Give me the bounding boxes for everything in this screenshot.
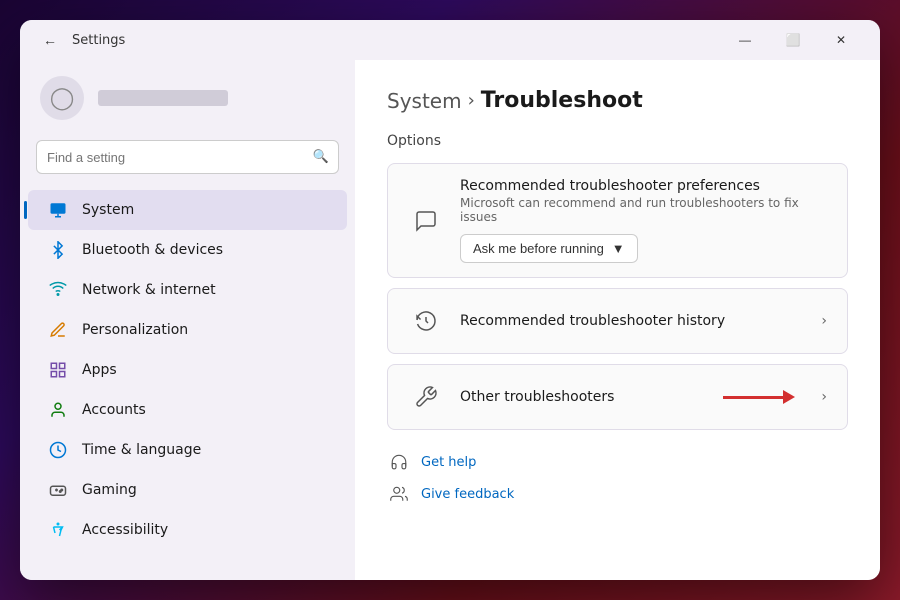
wrench-icon xyxy=(408,379,444,415)
dropdown-label: Ask me before running xyxy=(473,241,604,256)
user-icon: ◯ xyxy=(50,86,75,111)
sidebar-label-time: Time & language xyxy=(82,442,201,458)
avatar: ◯ xyxy=(40,76,84,120)
other-chevron-icon: › xyxy=(821,389,827,405)
other-title: Other troubleshooters xyxy=(460,389,699,405)
get-help-icon xyxy=(387,450,411,474)
breadcrumb-parent: System xyxy=(387,89,462,113)
window-controls: — ⬜ ✕ xyxy=(722,25,864,55)
card-row-history[interactable]: Recommended troubleshooter history › xyxy=(388,289,847,353)
history-chevron-icon: › xyxy=(821,313,827,329)
gaming-icon xyxy=(48,480,68,500)
sidebar-label-accessibility: Accessibility xyxy=(82,522,168,538)
personalization-icon xyxy=(48,320,68,340)
sidebar-item-personalization[interactable]: Personalization xyxy=(28,310,347,350)
main-content: System › Troubleshoot Options Recommende… xyxy=(355,60,880,580)
breadcrumb-separator: › xyxy=(468,90,475,111)
time-icon xyxy=(48,440,68,460)
search-icon: 🔍 xyxy=(313,150,329,165)
user-section: ◯ xyxy=(20,60,355,140)
give-feedback-item[interactable]: Give feedback xyxy=(387,482,848,506)
sidebar: ◯ 🔍 System Blu xyxy=(20,60,355,580)
close-button[interactable]: ✕ xyxy=(818,25,864,55)
titlebar: ← Settings — ⬜ ✕ xyxy=(20,20,880,60)
prefs-title: Recommended troubleshooter preferences xyxy=(460,178,827,194)
sidebar-item-bluetooth[interactable]: Bluetooth & devices xyxy=(28,230,347,270)
card-other-troubleshooters: Other troubleshooters › xyxy=(387,364,848,430)
bluetooth-icon xyxy=(48,240,68,260)
breadcrumb-current: Troubleshoot xyxy=(481,88,643,113)
search-input[interactable] xyxy=(36,140,339,174)
sidebar-item-gaming[interactable]: Gaming xyxy=(28,470,347,510)
accounts-icon xyxy=(48,400,68,420)
get-help-item[interactable]: Get help xyxy=(387,450,848,474)
maximize-button[interactable]: ⬜ xyxy=(770,25,816,55)
back-button[interactable]: ← xyxy=(36,26,64,54)
sidebar-item-accounts[interactable]: Accounts xyxy=(28,390,347,430)
sidebar-item-network[interactable]: Network & internet xyxy=(28,270,347,310)
history-title: Recommended troubleshooter history xyxy=(460,313,805,329)
prefs-text: Recommended troubleshooter preferences M… xyxy=(460,178,827,263)
red-arrow-indicator xyxy=(723,390,795,404)
sidebar-item-time[interactable]: Time & language xyxy=(28,430,347,470)
window-title: Settings xyxy=(72,33,125,48)
dropdown-chevron-icon: ▼ xyxy=(612,241,625,256)
network-icon xyxy=(48,280,68,300)
user-name-bar xyxy=(98,90,228,106)
accessibility-icon xyxy=(48,520,68,540)
sidebar-item-system[interactable]: System xyxy=(28,190,347,230)
sidebar-label-personalization: Personalization xyxy=(82,322,188,338)
give-feedback-link[interactable]: Give feedback xyxy=(421,487,514,502)
link-section: Get help Give feedback xyxy=(387,450,848,506)
card-row-recommended-prefs[interactable]: Recommended troubleshooter preferences M… xyxy=(388,164,847,277)
sidebar-label-network: Network & internet xyxy=(82,282,216,298)
card-recommended-history: Recommended troubleshooter history › xyxy=(387,288,848,354)
prefs-icon xyxy=(408,203,444,239)
sidebar-item-accessibility[interactable]: Accessibility xyxy=(28,510,347,550)
window-content: ◯ 🔍 System Blu xyxy=(20,60,880,580)
prefs-desc: Microsoft can recommend and run troubles… xyxy=(460,196,827,224)
section-title: Options xyxy=(387,133,848,149)
sidebar-label-bluetooth: Bluetooth & devices xyxy=(82,242,223,258)
history-icon xyxy=(408,303,444,339)
sidebar-item-apps[interactable]: Apps xyxy=(28,350,347,390)
settings-window: ← Settings — ⬜ ✕ ◯ 🔍 xyxy=(20,20,880,580)
troubleshooter-dropdown[interactable]: Ask me before running ▼ xyxy=(460,234,638,263)
search-box: 🔍 xyxy=(36,140,339,174)
sidebar-label-system: System xyxy=(82,202,134,218)
apps-icon xyxy=(48,360,68,380)
system-icon xyxy=(48,200,68,220)
other-text: Other troubleshooters xyxy=(460,389,699,405)
arrow-line xyxy=(723,396,783,399)
history-text: Recommended troubleshooter history xyxy=(460,313,805,329)
sidebar-label-accounts: Accounts xyxy=(82,402,146,418)
sidebar-label-gaming: Gaming xyxy=(82,482,137,498)
minimize-button[interactable]: — xyxy=(722,25,768,55)
card-row-other[interactable]: Other troubleshooters › xyxy=(388,365,847,429)
sidebar-label-apps: Apps xyxy=(82,362,117,378)
give-feedback-icon xyxy=(387,482,411,506)
card-recommended-prefs: Recommended troubleshooter preferences M… xyxy=(387,163,848,278)
get-help-link[interactable]: Get help xyxy=(421,455,476,470)
arrow-head-icon xyxy=(783,390,795,404)
breadcrumb: System › Troubleshoot xyxy=(387,88,848,113)
